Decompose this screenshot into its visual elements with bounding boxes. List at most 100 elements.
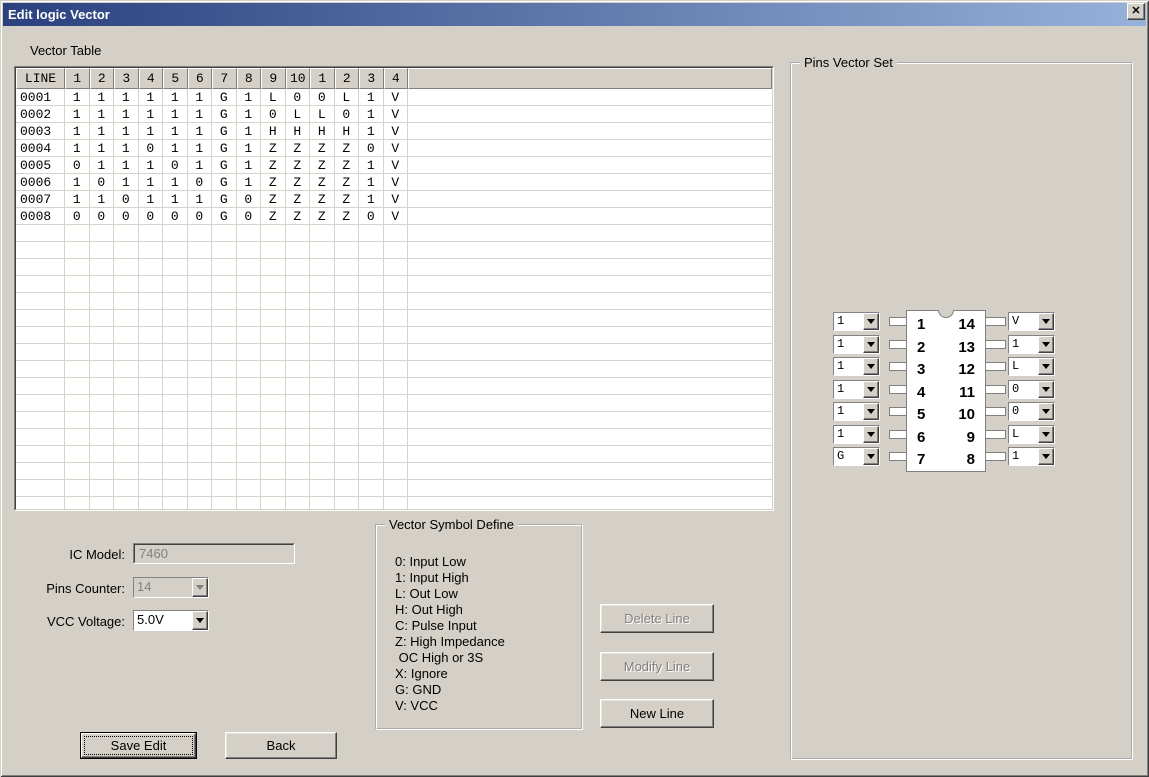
filler-cell (408, 429, 772, 446)
pin-7-select[interactable]: G (833, 447, 880, 466)
pin-1-dropdown-button[interactable] (863, 313, 879, 330)
table-row-0006[interactable]: 0006101110G1ZZZZ1V (16, 174, 772, 191)
pin-14-dropdown-button[interactable] (1038, 313, 1054, 330)
vector-cell (90, 293, 115, 310)
new-line-button[interactable]: New Line (600, 699, 714, 728)
vector-cell: 0 (90, 208, 115, 225)
symbol-legend-item: X: Ignore (395, 666, 505, 682)
pin-13-dropdown-button[interactable] (1038, 336, 1054, 353)
delete-line-button[interactable]: Delete Line (600, 604, 714, 633)
vector-cell (114, 395, 139, 412)
pin-6-dropdown-button[interactable] (863, 426, 879, 443)
vcc-voltage-select[interactable]: 5.0V (133, 610, 209, 631)
pin-11-select[interactable]: 0 (1008, 380, 1055, 399)
vector-cell (163, 242, 188, 259)
pin-8-dropdown-button[interactable] (1038, 448, 1054, 465)
vector-cell: V (384, 106, 409, 123)
vector-cell (310, 378, 335, 395)
vector-cell (384, 446, 409, 463)
vector-cell (286, 310, 311, 327)
pin-4-select[interactable]: 1 (833, 380, 880, 399)
pin-10-select[interactable]: 0 (1008, 402, 1055, 421)
vcc-voltage-dropdown-button[interactable] (192, 611, 208, 630)
pin-9-select[interactable]: L (1008, 425, 1055, 444)
pin-8-select[interactable]: 1 (1008, 447, 1055, 466)
pin-14-select[interactable]: V (1008, 312, 1055, 331)
vector-cell (286, 361, 311, 378)
vector-cell (261, 225, 286, 242)
vector-cell (65, 361, 90, 378)
table-row-empty (16, 276, 772, 293)
pin-13-select[interactable]: 1 (1008, 335, 1055, 354)
vector-cell (237, 429, 262, 446)
pin-6-select[interactable]: 1 (833, 425, 880, 444)
vector-cell (237, 497, 262, 510)
table-row-0007[interactable]: 0007110111G0ZZZZ1V (16, 191, 772, 208)
vector-cell (90, 446, 115, 463)
pin-5-select[interactable]: 1 (833, 402, 880, 421)
pin-3-select[interactable]: 1 (833, 357, 880, 376)
table-row-0005[interactable]: 0005011101G1ZZZZ1V (16, 157, 772, 174)
vector-cell (188, 225, 213, 242)
vector-cell: 0 (139, 208, 164, 225)
vector-cell (286, 344, 311, 361)
vector-cell (384, 412, 409, 429)
vector-cell (90, 242, 115, 259)
vector-cell (359, 412, 384, 429)
pin-11-dropdown-button[interactable] (1038, 381, 1054, 398)
close-icon[interactable]: ✕ (1127, 3, 1145, 20)
vector-cell: V (384, 140, 409, 157)
pin-10-dropdown-button[interactable] (1038, 403, 1054, 420)
pin-5-value: 1 (834, 403, 863, 420)
vector-cell (65, 242, 90, 259)
ic-model-field[interactable]: 7460 (133, 543, 295, 564)
vector-cell: 1 (163, 174, 188, 191)
symbol-legend-list: 0: Input Low1: Input HighL: Out LowH: Ou… (395, 554, 505, 714)
vector-cell (310, 361, 335, 378)
vector-cell (65, 412, 90, 429)
modify-line-button[interactable]: Modify Line (600, 652, 714, 681)
save-edit-button[interactable]: Save Edit (80, 732, 197, 759)
pin-12-dropdown-button[interactable] (1038, 358, 1054, 375)
vector-cell (188, 429, 213, 446)
table-row-0004[interactable]: 0004111011G1ZZZZ0V (16, 140, 772, 157)
filler-cell (408, 174, 772, 191)
pin-12-select[interactable]: L (1008, 357, 1055, 376)
vector-cell: 0 (65, 157, 90, 174)
pins-counter-select[interactable]: 14 (133, 577, 209, 598)
pin-2-dropdown-button[interactable] (863, 336, 879, 353)
table-row-empty (16, 429, 772, 446)
pin-3-dropdown-button[interactable] (863, 358, 879, 375)
table-row-0001[interactable]: 0001111111G1L00L1V (16, 89, 772, 106)
table-row-empty (16, 463, 772, 480)
table-row-empty (16, 446, 772, 463)
pin-9-dropdown-button[interactable] (1038, 426, 1054, 443)
vector-cell (90, 361, 115, 378)
vector-table: LINE123456789101234 0001111111G1L00L1V00… (14, 66, 774, 511)
pin-2-select[interactable]: 1 (833, 335, 880, 354)
table-row-0003[interactable]: 0003111111G1HHHH1V (16, 123, 772, 140)
vector-cell: 1 (237, 106, 262, 123)
vector-cell: Z (310, 174, 335, 191)
line-number-cell: 0007 (16, 191, 65, 208)
column-header-8: 8 (237, 68, 262, 89)
pin-7-dropdown-button[interactable] (863, 448, 879, 465)
pin-1-select[interactable]: 1 (833, 312, 880, 331)
table-row-0002[interactable]: 0002111111G10LL01V (16, 106, 772, 123)
vector-cell: 1 (188, 140, 213, 157)
vector-cell (384, 429, 409, 446)
back-button[interactable]: Back (225, 732, 337, 759)
pin-4-dropdown-button[interactable] (863, 381, 879, 398)
vector-cell: 1 (65, 140, 90, 157)
filler-cell (408, 463, 772, 480)
vector-cell: V (384, 157, 409, 174)
vector-cell (384, 259, 409, 276)
line-number-cell (16, 327, 65, 344)
vector-cell: L (261, 89, 286, 106)
vector-cell (139, 463, 164, 480)
vector-cell (261, 327, 286, 344)
table-row-0008[interactable]: 0008000000G0ZZZZ0V (16, 208, 772, 225)
vector-cell (163, 344, 188, 361)
pin-5-dropdown-button[interactable] (863, 403, 879, 420)
pins-counter-dropdown-button[interactable] (192, 578, 208, 597)
